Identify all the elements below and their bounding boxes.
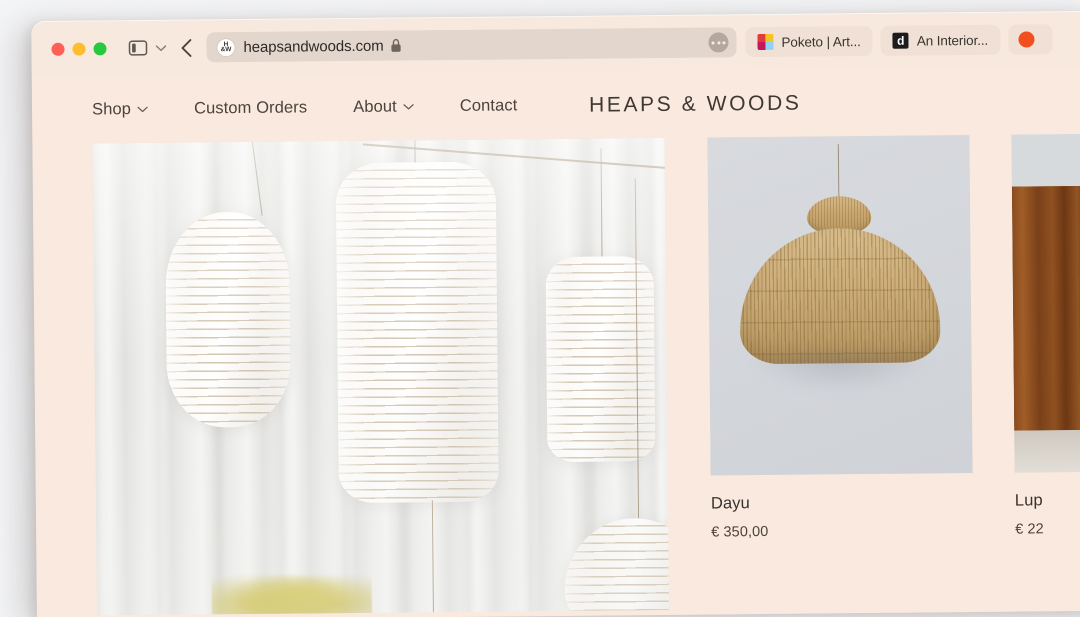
chevron-down-icon (137, 106, 148, 113)
product-image-dayu[interactable] (707, 135, 973, 476)
site-navigation: Shop Custom Orders About Contact HEAPS &… (32, 67, 1080, 144)
nav-item-shop[interactable]: Shop (92, 100, 148, 120)
pendant-dome (739, 227, 941, 365)
address-bar[interactable]: H &W heapsandwoods.com (206, 27, 737, 63)
product-price: € 22 (1015, 521, 1044, 538)
orange-circle-icon (1018, 31, 1035, 48)
site-logo[interactable]: HEAPS & WOODS (589, 92, 802, 118)
nav-label: About (353, 97, 397, 116)
chevron-down-icon[interactable] (151, 44, 170, 51)
maximize-button[interactable] (93, 41, 107, 55)
site-favicon: H &W (216, 37, 236, 57)
window-controls (51, 41, 107, 56)
nav-item-about[interactable]: About (353, 97, 414, 117)
tab-strip: Poketo | Art... d An Interior... (745, 24, 1080, 58)
dot (711, 40, 715, 44)
wood-wall (1011, 184, 1080, 431)
web-page: Shop Custom Orders About Contact HEAPS &… (31, 66, 1080, 617)
screenshot-stage: H &W heapsandwoods.com Poketo | Art... d… (0, 0, 1080, 617)
nav-item-custom-orders[interactable]: Custom Orders (194, 98, 307, 118)
poketo-squares-icon (757, 33, 774, 51)
back-button[interactable] (180, 38, 192, 57)
pendant-cord (837, 144, 840, 203)
tab-label: Poketo | Art... (781, 33, 861, 50)
tab-poketo[interactable]: Poketo | Art... (745, 25, 873, 58)
browser-toolbar: H &W heapsandwoods.com Poketo | Art... d… (31, 10, 1080, 78)
product-list: Dayu € 350,00 Lup € 22 (707, 132, 1080, 541)
product-name: Lup (1014, 491, 1043, 510)
chevron-down-icon (403, 103, 414, 110)
minimize-button[interactable] (72, 42, 86, 56)
nav-item-contact[interactable]: Contact (460, 96, 518, 116)
dot (722, 40, 726, 44)
content-row: Dayu € 350,00 Lup € 22 (32, 132, 1080, 616)
url-text: heapsandwoods.com (243, 37, 384, 56)
product-image-lupa[interactable] (1011, 132, 1080, 473)
tab-label: An Interior... (916, 32, 989, 49)
pendant-shadow (745, 353, 936, 396)
product-name: Dayu (710, 494, 750, 513)
hero-image[interactable] (92, 137, 669, 616)
hero-light-wash (92, 137, 669, 616)
favicon-bottom-text: &W (220, 46, 232, 54)
product-price: € 350,00 (711, 523, 769, 541)
close-button[interactable] (51, 42, 65, 56)
nav-label: Contact (459, 96, 518, 115)
tab-third-partial[interactable] (1008, 24, 1053, 55)
product-card-lupa[interactable]: Lup € 22 (1011, 132, 1080, 538)
floor (1014, 428, 1080, 473)
lock-icon (390, 38, 401, 52)
product-card-dayu[interactable]: Dayu € 350,00 (707, 135, 973, 541)
nav-label: Shop (92, 100, 132, 119)
nav-label: Custom Orders (193, 98, 308, 118)
dezeen-d-icon: d (892, 32, 909, 49)
sidebar-icon[interactable] (128, 40, 148, 56)
tab-an-interior[interactable]: d An Interior... (880, 24, 1001, 56)
ellipsis-icon[interactable] (708, 32, 729, 53)
dot (716, 40, 720, 44)
browser-window: H &W heapsandwoods.com Poketo | Art... d… (31, 10, 1080, 617)
